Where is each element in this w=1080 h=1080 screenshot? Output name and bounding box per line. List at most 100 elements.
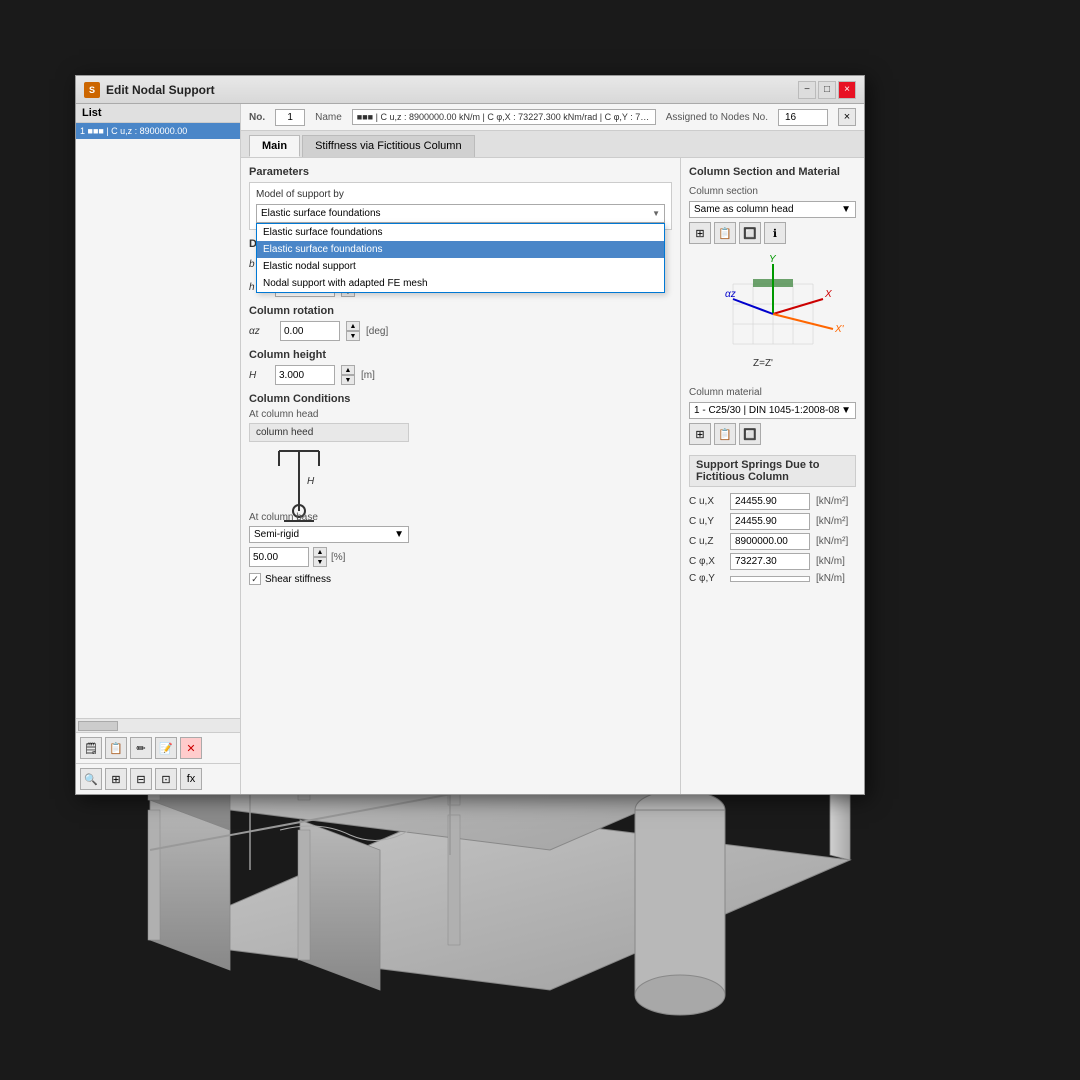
minimize-button[interactable]: − (798, 81, 816, 99)
col-material-arrow-icon: ▼ (841, 405, 851, 416)
col-height-up[interactable]: ▲ (341, 365, 355, 375)
bottom-btn-3[interactable]: ⊟ (130, 768, 152, 790)
model-support-dropdown[interactable]: Elastic surface foundations ▼ Elastic su… (256, 204, 665, 223)
spring-cux-label: C u,X (689, 496, 724, 507)
toolbar-btn-2[interactable]: 📋 (105, 737, 127, 759)
bottom-btn-2[interactable]: ⊞ (105, 768, 127, 790)
toolbar-btn-4[interactable]: 📝 (155, 737, 177, 759)
percent-down[interactable]: ▼ (313, 557, 327, 567)
semi-rigid-select[interactable]: Semi-rigid ▼ (249, 526, 409, 543)
h-scrollbar[interactable] (76, 718, 240, 732)
spring-cpx-unit: [kN/m] (816, 556, 845, 567)
tab-stiffness[interactable]: Stiffness via Fictitious Column (302, 135, 475, 157)
dropdown-option-1[interactable]: Elastic surface foundations (257, 224, 664, 241)
spring-cux-value[interactable]: 24455.90 (730, 493, 810, 510)
col-rotation-down[interactable]: ▼ (346, 331, 360, 341)
spring-cpy-value[interactable] (730, 576, 810, 582)
col-section-value: Same as column head (694, 204, 794, 215)
spring-cux-row: C u,X 24455.90 [kN/m²] (689, 493, 856, 510)
col-material-label: Column material (689, 387, 856, 398)
dropdown-select[interactable]: Elastic surface foundations ▼ (256, 204, 665, 223)
percent-row: 50.00 ▲ ▼ [%] (249, 547, 672, 567)
spring-cpx-row: C φ,X 73227.30 [kN/m] (689, 553, 856, 570)
col-material-icons: ⊞ 📋 🔲 (689, 423, 856, 445)
col-rotation-spinners[interactable]: ▲ ▼ (346, 321, 360, 341)
spring-cpx-label: C φ,X (689, 556, 724, 567)
col-height-row: H 3.000 ▲ ▼ [m] (249, 365, 672, 385)
col-section-select[interactable]: Same as column head ▼ (689, 201, 856, 218)
dropdown-current-value: Elastic surface foundations (261, 208, 381, 219)
col-rotation-input[interactable]: 0.00 (280, 321, 340, 341)
column-diagram-spacer: H (249, 442, 672, 512)
col-height-down[interactable]: ▼ (341, 375, 355, 385)
list-item[interactable]: 1 ■■■ | C u,z : 8900000.00 (76, 123, 240, 139)
toolbar-btn-1[interactable]: 🗒 (80, 737, 102, 759)
col-material-select[interactable]: 1 - C25/30 | DIN 1045-1:2008-08 ▼ (689, 402, 856, 419)
col-material-icon-btn-3[interactable]: 🔲 (739, 423, 761, 445)
tab-main[interactable]: Main (249, 135, 300, 157)
col-section-label: Column section (689, 186, 856, 197)
spring-cpx-value[interactable]: 73227.30 (730, 553, 810, 570)
parameters-label: Parameters (249, 166, 672, 178)
col-section-icon-btn-2[interactable]: 📋 (714, 222, 736, 244)
name-label: Name (315, 112, 342, 123)
dropdown-menu: Elastic surface foundations Elastic surf… (256, 223, 665, 293)
col-height-param: H (249, 370, 269, 381)
toolbar-btn-3[interactable]: ✏ (130, 737, 152, 759)
col-material-value: 1 - C25/30 | DIN 1045-1:2008-08 (694, 405, 839, 416)
col-material-icon-btn-2[interactable]: 📋 (714, 423, 736, 445)
bottom-toolbar: 🔍 ⊞ ⊟ ⊡ fx (76, 763, 240, 794)
dropdown-option-2[interactable]: Elastic surface foundations (257, 241, 664, 258)
dropdown-option-3[interactable]: Elastic nodal support (257, 258, 664, 275)
main-panel: No. 1 Name ■■■ | C u,z : 8900000.00 kN/m… (241, 104, 864, 794)
spring-cpy-label: C φ,Y (689, 573, 724, 584)
bottom-btn-1[interactable]: 🔍 (80, 768, 102, 790)
semi-rigid-arrow-icon: ▼ (394, 529, 404, 540)
col-height-spinners[interactable]: ▲ ▼ (341, 365, 355, 385)
spring-cuz-unit: [kN/m²] (816, 536, 848, 547)
list-toolbar: 🗒 📋 ✏ 📝 ✕ (76, 732, 240, 763)
title-bar: S Edit Nodal Support − □ × (76, 76, 864, 104)
right-content: Column Section and Material Column secti… (681, 158, 864, 794)
col-section-icon-btn-1[interactable]: ⊞ (689, 222, 711, 244)
svg-text:Y: Y (769, 254, 777, 265)
col-rotation-up[interactable]: ▲ (346, 321, 360, 331)
no-label: No. (249, 112, 265, 123)
close-button[interactable]: × (838, 81, 856, 99)
col-section-icon-btn-3[interactable]: 🔲 (739, 222, 761, 244)
col-height-unit: [m] (361, 370, 375, 381)
col-height-section: Column height H 3.000 ▲ ▼ [m] (249, 349, 672, 385)
close-field-btn[interactable]: × (838, 108, 856, 126)
col-height-label: Column height (249, 349, 672, 361)
percent-input[interactable]: 50.00 (249, 547, 309, 567)
col-height-input[interactable]: 3.000 (275, 365, 335, 385)
dropdown-arrow-icon: ▼ (652, 209, 660, 218)
percent-up[interactable]: ▲ (313, 547, 327, 557)
no-value[interactable]: 1 (275, 109, 305, 126)
percent-spinners[interactable]: ▲ ▼ (313, 547, 327, 567)
dropdown-option-4[interactable]: Nodal support with adapted FE mesh (257, 275, 664, 292)
assigned-value[interactable]: 16 (778, 109, 828, 126)
bottom-btn-5[interactable]: fx (180, 768, 202, 790)
maximize-button[interactable]: □ (818, 81, 836, 99)
toolbar-btn-delete[interactable]: ✕ (180, 737, 202, 759)
col-section-icon-btn-4[interactable]: ℹ (764, 222, 786, 244)
shear-stiffness-checkbox[interactable]: ✓ (249, 573, 261, 585)
model-support-group: Model of support by Elastic surface foun… (249, 182, 672, 230)
col-head-value: column heed (249, 423, 409, 442)
list-panel: List 1 ■■■ | C u,z : 8900000.00 🗒 📋 ✏ 📝 … (76, 104, 241, 794)
col-section-icons: ⊞ 📋 🔲 ℹ (689, 222, 856, 244)
spring-cuy-unit: [kN/m²] (816, 516, 848, 527)
svg-text:X': X' (834, 324, 845, 335)
tabs-row: Main Stiffness via Fictitious Column (241, 131, 864, 158)
window-body: List 1 ■■■ | C u,z : 8900000.00 🗒 📋 ✏ 📝 … (76, 104, 864, 794)
spring-cuz-value[interactable]: 8900000.00 (730, 533, 810, 550)
bottom-btn-4[interactable]: ⊡ (155, 768, 177, 790)
col-rotation-section: Column rotation αz 0.00 ▲ ▼ [deg] (249, 305, 672, 341)
svg-text:H: H (307, 476, 315, 487)
spring-cuy-value[interactable]: 24455.90 (730, 513, 810, 530)
col-material-icon-btn-1[interactable]: ⊞ (689, 423, 711, 445)
spring-cpy-unit: [kN/m] (816, 573, 845, 584)
name-field[interactable]: ■■■ | C u,z : 8900000.00 kN/m | C φ,X : … (352, 109, 656, 125)
svg-text:X: X (824, 289, 832, 300)
